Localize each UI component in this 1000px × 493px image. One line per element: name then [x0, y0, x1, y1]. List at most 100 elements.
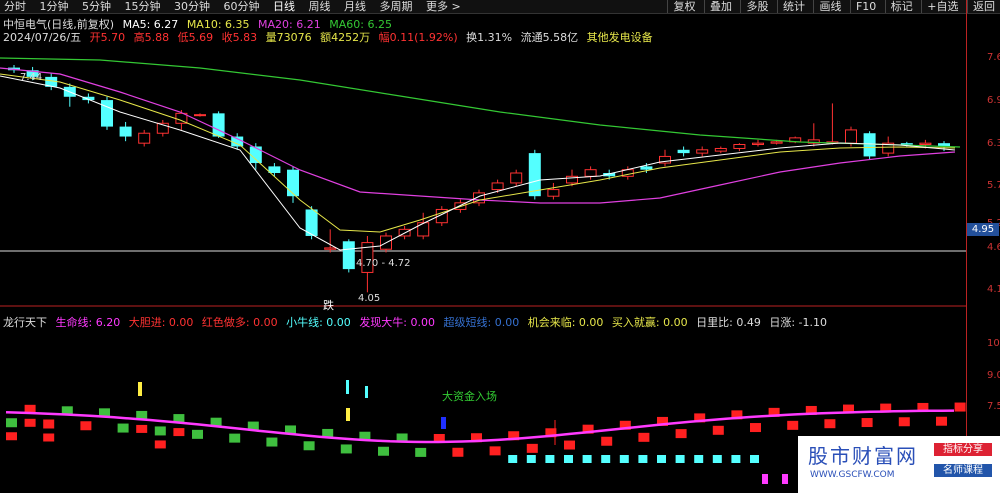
logo-badge-indicator: 指标分享	[934, 443, 992, 456]
candle-body	[919, 142, 932, 145]
candle-body	[863, 133, 876, 157]
logo-badge-course: 名师课程	[934, 464, 992, 477]
candle-body	[287, 169, 299, 197]
ind-red-long: 红色做多: 0.00	[201, 316, 278, 329]
indicator-tick: 7.5	[987, 401, 1000, 412]
candle-body	[119, 126, 132, 137]
indicator-block	[712, 425, 724, 435]
candle-body	[249, 146, 262, 164]
price-tick: 4.1	[987, 284, 1000, 295]
indicator-block	[266, 437, 278, 447]
indicator-block	[675, 455, 685, 463]
candle-body	[640, 166, 653, 170]
indicator-block	[936, 416, 947, 426]
indicator-signal	[441, 417, 446, 429]
ma10-line	[0, 73, 956, 233]
candle-body	[510, 172, 523, 184]
indicator-block	[675, 429, 687, 439]
indicator-block	[80, 421, 92, 431]
indicator-block	[154, 440, 166, 449]
price-tick: 6.9	[987, 95, 1000, 106]
price-tick: 5.7	[987, 180, 1000, 191]
logo-url: WWW.GSCFW.COM	[810, 470, 895, 480]
indicator-block	[638, 432, 650, 442]
candle-body	[194, 114, 206, 117]
indicator-signal	[782, 474, 788, 484]
indicator-signal	[762, 474, 768, 484]
indicator-block	[601, 455, 611, 463]
indicator-block	[136, 424, 148, 433]
indicator-block	[657, 455, 666, 463]
indicator-signal	[346, 408, 350, 421]
high-annotation: 7.44	[20, 72, 42, 83]
candle-body	[677, 149, 690, 154]
price-axis: 7.6 6.9 6.3 5.7 5.2 4.6 4.1 10.5 9.0 7.5	[966, 0, 1000, 493]
indicator-block	[954, 402, 966, 412]
indicator-signal	[365, 386, 368, 398]
indicator-block	[378, 446, 389, 456]
ma5-line	[0, 75, 956, 251]
indicator-block	[173, 428, 185, 437]
indicator-block	[638, 455, 648, 463]
ind-find-bull: 发现大牛: 0.00	[359, 316, 436, 329]
indicator-block	[731, 455, 741, 463]
indicator-block	[6, 418, 17, 428]
indicator-block	[229, 433, 241, 443]
candle-body	[900, 143, 913, 145]
indicator-block	[787, 420, 799, 430]
candle-body	[342, 241, 355, 270]
current-price-tag: 4.95	[967, 223, 999, 236]
indicator-block	[564, 455, 573, 463]
ind-bold-in: 大胆进: 0.00	[128, 316, 194, 329]
indicator-block	[582, 455, 592, 463]
indicator-block	[340, 444, 352, 454]
capital-annotation: 大资金入场	[442, 389, 497, 403]
indicator-block	[154, 426, 166, 436]
candle-body	[212, 113, 225, 137]
ind-small-bull: 小牛线: 0.00	[286, 316, 351, 329]
candle-body	[584, 169, 597, 177]
indicator-tick: 10.5	[987, 338, 1000, 349]
candle-body	[733, 143, 746, 149]
indicator-block	[824, 419, 836, 429]
indicator-name[interactable]: 龙行天下	[3, 316, 47, 329]
indicator-block	[619, 455, 629, 463]
indicator-block	[489, 446, 501, 456]
ind-opportunity: 机会来临: 0.00	[527, 316, 604, 329]
indicator-block	[6, 432, 17, 441]
indicator-block	[750, 423, 761, 433]
logo-title: 股市财富网	[808, 444, 918, 468]
price-tick: 7.6	[987, 52, 1000, 63]
ind-buy-win: 买入就赢: 0.00	[611, 316, 688, 329]
indicator-block	[508, 455, 518, 463]
candlesticks	[8, 64, 950, 293]
indicator-block	[694, 455, 704, 463]
indicator-info-line: 龙行天下 生命线: 6.20 大胆进: 0.00 红色做多: 0.00 小牛线:…	[3, 314, 832, 330]
indicator-block	[24, 418, 36, 427]
indicator-block	[43, 419, 55, 429]
indicator-block	[415, 447, 427, 457]
candle-body	[845, 129, 857, 144]
chart-canvas[interactable]: 4.70 - 4.72 4.05 7.44 跌 大资金入场	[0, 0, 1000, 493]
candle-body	[696, 149, 709, 154]
fall-annotation: 跌	[323, 298, 334, 312]
indicator-block	[526, 443, 538, 453]
indicator-block	[526, 455, 536, 463]
price-tick: 4.6	[987, 242, 1000, 253]
indicator-block	[192, 429, 203, 439]
indicator-block	[601, 436, 613, 446]
ind-lifeline: 生命线: 6.20	[55, 316, 121, 329]
candle-body	[417, 222, 430, 237]
low-annotation: 4.05	[358, 293, 380, 304]
range-annotation: 4.70 - 4.72	[356, 258, 411, 269]
indicator-tick: 9.0	[987, 370, 1000, 381]
ind-short-line: 超级短线: 0.00	[443, 316, 520, 329]
ind-day-ratio: 日里比: 0.49	[696, 316, 761, 329]
indicator-block	[750, 455, 759, 463]
indicator-block	[861, 418, 873, 428]
indicator-block	[452, 447, 464, 457]
indicator-block	[303, 441, 315, 451]
indicator-block	[712, 455, 722, 463]
ind-day-rise: 日涨: -1.10	[769, 316, 827, 329]
indicator-block	[117, 423, 129, 433]
